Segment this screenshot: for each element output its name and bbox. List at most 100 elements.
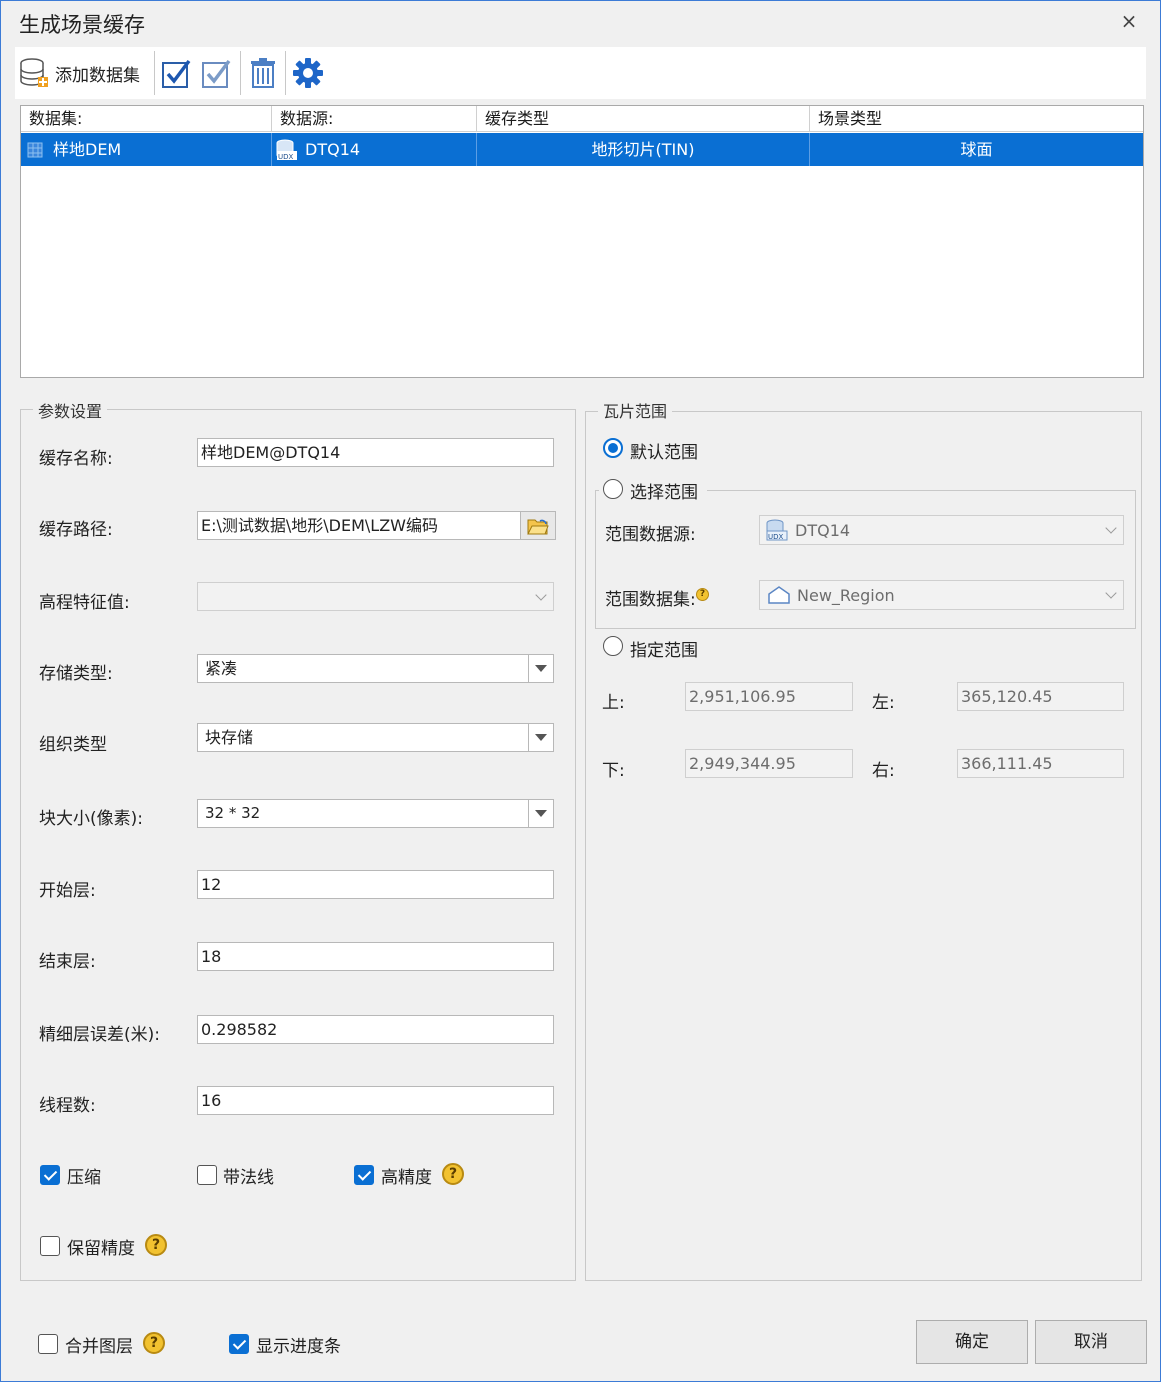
delete-button[interactable] (248, 53, 278, 93)
threads-input[interactable]: 16 (197, 1086, 554, 1115)
column-header-cache-type[interactable]: 缓存类型 (477, 106, 810, 132)
select-all-button[interactable] (161, 53, 193, 93)
gear-icon (293, 58, 323, 88)
grid-dataset-icon (27, 142, 43, 157)
specify-range-radio[interactable] (603, 636, 623, 656)
help-icon[interactable]: ? (145, 1234, 167, 1256)
range-datasource-combo[interactable]: UDX DTQ14 (759, 515, 1124, 545)
keep-precision-label: 保留精度 (67, 1239, 135, 1259)
elevation-combo[interactable] (197, 582, 554, 611)
block-size-combo[interactable]: 32 * 32 (197, 799, 554, 828)
bottom-label: 下: (602, 761, 625, 781)
toolbar-separator (154, 51, 155, 95)
keep-precision-checkbox[interactable] (40, 1236, 60, 1256)
cell-scene-type[interactable]: 球面 (810, 133, 1143, 166)
ok-button[interactable]: 确定 (916, 1320, 1028, 1364)
chevron-down-icon (1104, 522, 1117, 534)
column-header-dataset[interactable]: 数据集: (21, 106, 272, 132)
chevron-down-icon (1104, 587, 1117, 599)
settings-button[interactable] (292, 53, 324, 93)
storage-label: 存储类型: (39, 664, 113, 684)
region-dataset-icon (768, 586, 790, 604)
bottom-input[interactable]: 2,949,344.95 (685, 749, 853, 778)
block-size-value: 32 * 32 (205, 804, 261, 822)
invert-select-button[interactable] (201, 53, 233, 93)
threads-label: 线程数: (39, 1096, 96, 1116)
checkbox-checked-icon (162, 59, 191, 88)
select-range-label: 选择范围 (630, 483, 698, 503)
dataset-table: 数据集: 数据源: 缓存类型 场景类型 样地DEM UDX DTQ14 地形切片… (20, 105, 1144, 378)
storage-dropdown-button[interactable] (528, 655, 553, 682)
add-dataset-label: 添加数据集 (55, 65, 140, 86)
range-dataset-value: New_Region (797, 585, 895, 605)
start-level-input[interactable]: 12 (197, 870, 554, 899)
close-icon[interactable]: × (1115, 7, 1143, 35)
params-group-title: 参数设置 (33, 398, 108, 422)
high-precision-checkbox[interactable] (354, 1165, 374, 1185)
cancel-button[interactable]: 取消 (1035, 1320, 1147, 1364)
cache-name-label: 缓存名称: (39, 449, 113, 469)
normal-label: 带法线 (223, 1168, 274, 1188)
range-datasource-dropdown-button[interactable] (1098, 516, 1123, 544)
end-level-input[interactable]: 18 (197, 942, 554, 971)
normal-checkbox[interactable] (197, 1165, 217, 1185)
show-progress-label: 显示进度条 (256, 1337, 341, 1357)
block-size-dropdown-button[interactable] (528, 800, 553, 827)
default-range-radio[interactable] (603, 438, 623, 458)
end-level-label: 结束层: (39, 952, 96, 972)
cell-datasource[interactable]: UDX DTQ14 (272, 133, 477, 166)
range-dataset-label: 范围数据集: (605, 590, 696, 610)
org-label: 组织类型 (39, 735, 107, 755)
merge-layers-checkbox[interactable] (38, 1334, 58, 1354)
add-dataset-button[interactable]: 添加数据集 (19, 53, 140, 93)
org-value: 块存储 (205, 728, 254, 747)
triangle-down-icon (535, 665, 547, 672)
table-row[interactable]: 样地DEM UDX DTQ14 地形切片(TIN) 球面 (21, 133, 1143, 166)
range-datasource-value: DTQ14 (795, 520, 851, 540)
elevation-dropdown-button[interactable] (528, 583, 553, 610)
range-dataset-dropdown-button[interactable] (1098, 581, 1123, 609)
compress-checkbox[interactable] (40, 1165, 60, 1185)
svg-text:UDX: UDX (278, 153, 294, 161)
left-input[interactable]: 365,120.45 (957, 682, 1124, 711)
left-label: 左: (872, 693, 895, 713)
help-icon[interactable]: ? (143, 1332, 165, 1354)
datasource-name: DTQ14 (305, 140, 361, 159)
database-add-icon (20, 58, 48, 87)
triangle-down-icon (535, 810, 547, 817)
tile-range-group-title: 瓦片范围 (598, 398, 673, 422)
org-combo[interactable]: 块存储 (197, 723, 554, 752)
table-header: 数据集: 数据源: 缓存类型 场景类型 (21, 106, 1143, 132)
udbx-datasource-icon: UDX (766, 519, 788, 541)
default-range-label: 默认范围 (630, 443, 698, 463)
cache-path-label: 缓存路径: (39, 520, 113, 540)
cache-name-input[interactable]: 样地DEM@DTQ14 (197, 438, 554, 467)
org-dropdown-button[interactable] (528, 724, 553, 751)
cell-dataset[interactable]: 样地DEM (21, 133, 272, 166)
lod-error-label: 精细层误差(米): (39, 1025, 160, 1045)
storage-combo[interactable]: 紧凑 (197, 654, 554, 683)
column-header-scene-type[interactable]: 场景类型 (810, 106, 1143, 132)
range-dataset-combo[interactable]: New_Region (759, 580, 1124, 610)
right-input[interactable]: 366,111.45 (957, 749, 1124, 778)
dataset-name: 样地DEM (53, 140, 122, 159)
help-icon[interactable]: ? (442, 1163, 464, 1185)
compress-label: 压缩 (67, 1168, 101, 1188)
chevron-down-icon (535, 588, 547, 601)
column-header-datasource[interactable]: 数据源: (272, 106, 477, 132)
cache-path-input[interactable]: E:\测试数据\地形\DEM\LZW编码 (197, 511, 522, 540)
lod-error-input[interactable]: 0.298582 (197, 1015, 554, 1044)
block-size-label: 块大小(像素): (39, 809, 143, 829)
dialog-title: 生成场景缓存 (19, 13, 145, 37)
start-level-label: 开始层: (39, 881, 96, 901)
storage-value: 紧凑 (205, 659, 238, 678)
trash-icon (251, 58, 275, 88)
folder-open-icon (527, 519, 549, 534)
cell-cache-type[interactable]: 地形切片(TIN) (477, 133, 810, 166)
select-range-radio[interactable] (603, 479, 623, 499)
top-input[interactable]: 2,951,106.95 (685, 682, 853, 711)
help-icon[interactable]: ? (696, 588, 709, 601)
show-progress-checkbox[interactable] (229, 1334, 249, 1354)
browse-button[interactable] (520, 511, 556, 540)
svg-text:UDX: UDX (768, 533, 784, 541)
